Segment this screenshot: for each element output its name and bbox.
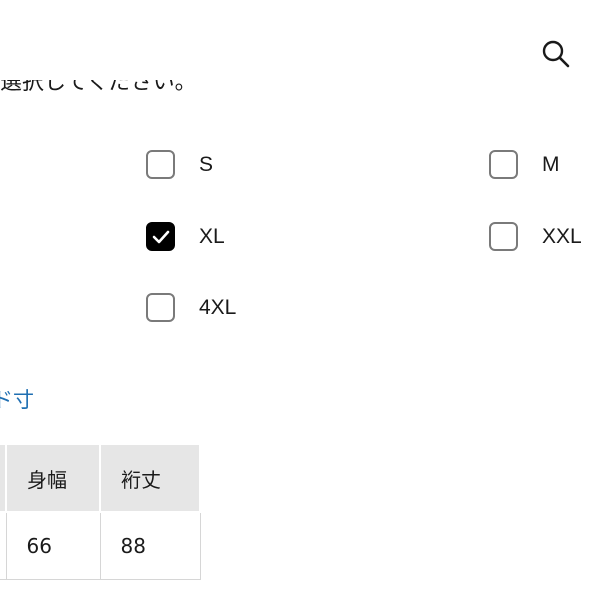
instruction-text-content: を選択してください。	[0, 80, 197, 95]
size-table: 身幅 裄丈 66 88	[0, 443, 201, 580]
table-header-cell: 裄丈	[99, 443, 201, 513]
search-icon	[542, 40, 570, 68]
size-option-4xl[interactable]: 4XL	[146, 293, 236, 322]
checkbox-s[interactable]	[146, 150, 175, 179]
table-header-cell: 身幅	[5, 443, 101, 513]
size-label-xxl: XXL	[542, 225, 582, 248]
checkbox-m[interactable]	[489, 150, 518, 179]
size-option-s[interactable]: S	[146, 150, 213, 179]
size-label-4xl: 4XL	[199, 296, 237, 319]
page: を選択してください。 S M XL	[0, 0, 608, 608]
size-guide-link[interactable]: ド寸	[0, 384, 34, 416]
check-icon	[152, 230, 169, 243]
size-label-s: S	[199, 153, 214, 176]
size-label-xl: XL	[199, 225, 225, 248]
table-row: 66 88	[0, 511, 201, 580]
checkbox-4xl[interactable]	[146, 293, 175, 322]
table-cell: 88	[99, 511, 201, 580]
checkbox-xl[interactable]	[146, 222, 175, 251]
size-option-xl[interactable]: XL	[146, 222, 225, 251]
size-option-xxl[interactable]: XXL	[489, 222, 582, 251]
table-header-row: 身幅 裄丈	[0, 443, 201, 513]
size-label-m: M	[542, 153, 560, 176]
search-button[interactable]	[538, 36, 574, 72]
checkbox-xxl[interactable]	[489, 222, 518, 251]
instruction-text: を選択してください。	[0, 80, 238, 112]
table-cell: 66	[5, 511, 101, 580]
size-option-m[interactable]: M	[489, 150, 560, 179]
